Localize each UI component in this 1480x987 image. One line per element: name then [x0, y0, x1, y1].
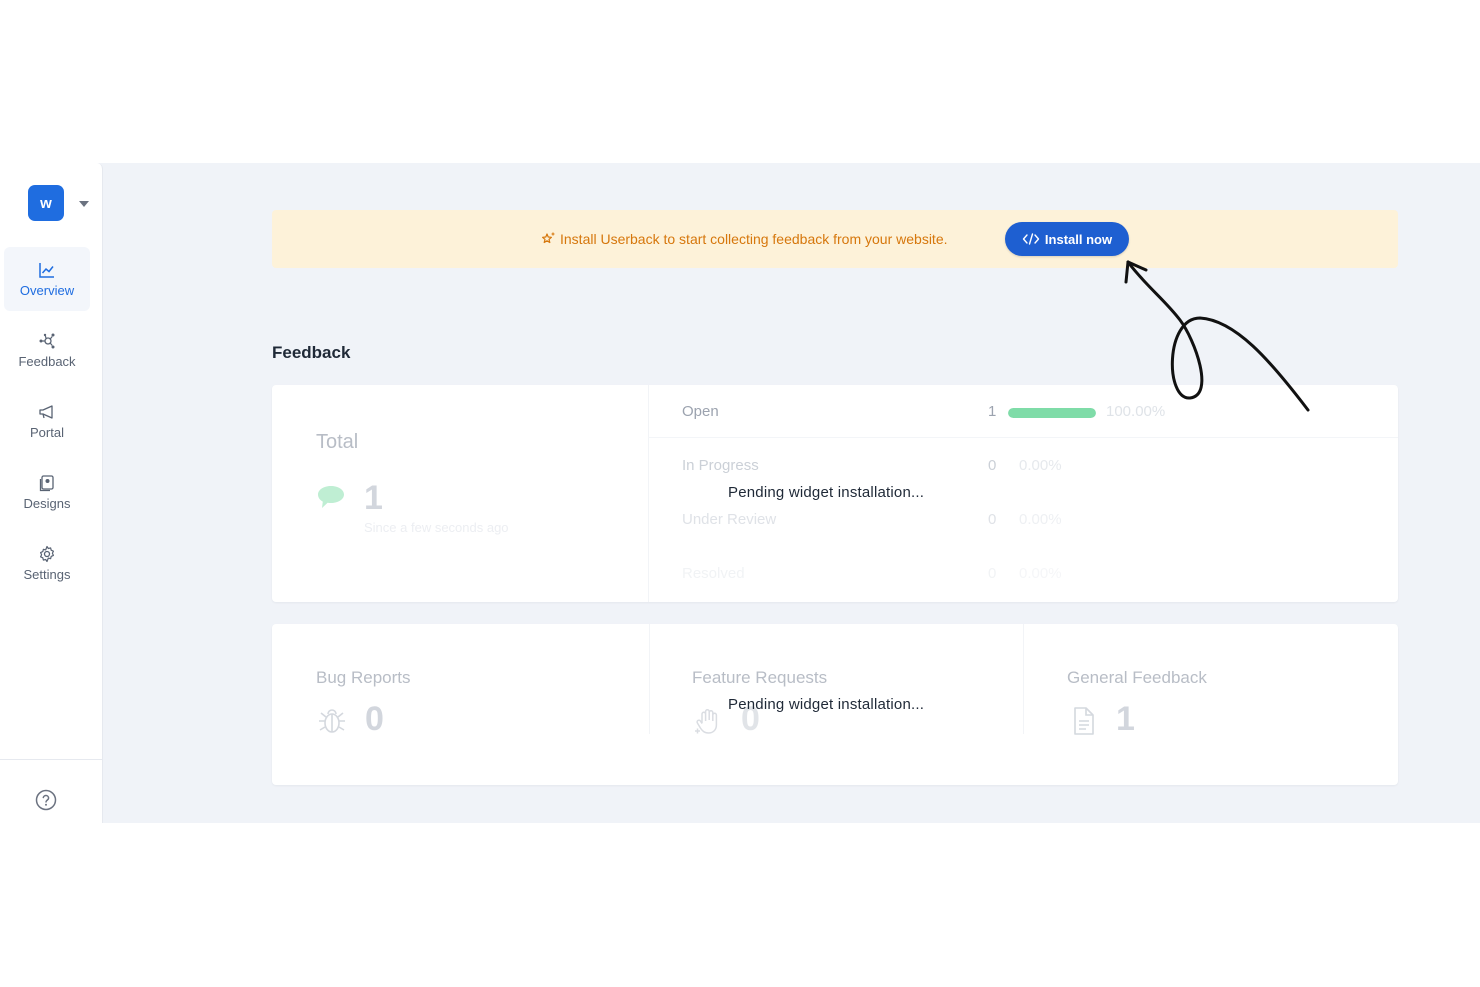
total-since: Since a few seconds ago [364, 520, 509, 535]
status-progress-bar [1008, 408, 1096, 418]
sidebar-item-label: Designs [23, 496, 71, 511]
code-icon [1022, 233, 1040, 245]
pending-installation-message-2: Pending widget installation... [728, 696, 925, 713]
status-count: 0 [988, 457, 997, 474]
type-value: 1 [1116, 700, 1135, 738]
sidebar-item-portal[interactable]: Portal [4, 389, 90, 453]
sidebar: w Overview Feedback Portal Designs Setti… [0, 163, 103, 823]
feedback-section-title: Feedback [272, 343, 351, 362]
install-banner: Install Userback to start collecting fee… [272, 210, 1398, 268]
status-count: 0 [988, 565, 997, 582]
bug-icon [319, 709, 345, 733]
designs-icon [39, 475, 54, 492]
status-label: Under Review [682, 511, 777, 528]
document-icon [1074, 707, 1094, 735]
speech-bubble-icon [318, 486, 344, 508]
type-label: Bug Reports [316, 668, 411, 687]
megaphone-icon [39, 405, 53, 419]
workspace-avatar[interactable]: w [28, 185, 64, 221]
row-divider [648, 437, 1398, 438]
feedback-type-card: Bug Reports 0 Feature Requests 0 General… [272, 624, 1398, 785]
pending-installation-message: Pending widget installation... [728, 484, 925, 501]
status-row-in-progress: In Progress 0 0.00% [682, 457, 1362, 477]
total-label: Total [316, 431, 359, 453]
sidebar-item-label: Settings [23, 567, 71, 582]
status-label: Resolved [682, 565, 745, 582]
status-label: In Progress [682, 457, 759, 474]
sidebar-item-settings[interactable]: Settings [4, 531, 90, 595]
total-value: 1 [364, 479, 383, 517]
sidebar-divider [0, 759, 102, 760]
nodes-icon [39, 333, 55, 349]
status-count: 0 [988, 511, 997, 528]
type-bug-reports: Bug Reports 0 [272, 624, 647, 785]
sidebar-item-feedback[interactable]: Feedback [4, 318, 90, 382]
status-row-under-review: Under Review 0 0.00% [682, 511, 1362, 531]
status-percent: 0.00% [1019, 511, 1062, 528]
column-divider [648, 385, 649, 602]
chart-line-icon [39, 263, 54, 278]
type-label: Feature Requests [692, 668, 828, 687]
status-percent: 100.00% [1106, 403, 1166, 420]
sidebar-item-label: Feedback [18, 354, 76, 369]
sidebar-item-designs[interactable]: Designs [4, 460, 90, 524]
help-circle-icon[interactable] [34, 788, 58, 812]
status-label: Open [682, 403, 719, 420]
install-now-label: Install now [1044, 231, 1113, 247]
hand-icon [695, 708, 718, 734]
status-row-resolved: Resolved 0 0.00% [682, 565, 1362, 585]
sparkle-star-icon [542, 232, 555, 244]
type-value: 0 [365, 700, 384, 738]
app-shell: w Overview Feedback Portal Designs Setti… [0, 163, 1480, 823]
install-banner-text: Install Userback to start collecting fee… [560, 231, 948, 247]
type-label: General Feedback [1067, 668, 1207, 687]
type-general-feedback: General Feedback 1 [1023, 624, 1398, 785]
status-count: 1 [988, 403, 997, 420]
feedback-status-card: Total 1 Since a few seconds ago Open 1 1… [272, 385, 1398, 602]
install-banner-message: Install Userback to start collecting fee… [540, 231, 948, 247]
status-progress-fill [1008, 408, 1096, 418]
sidebar-item-label: Overview [19, 283, 75, 298]
sidebar-item-overview[interactable]: Overview [4, 247, 90, 311]
status-row-open: Open 1 100.00% [682, 403, 1362, 423]
gear-icon [40, 545, 54, 563]
workspace-dropdown-icon[interactable] [79, 201, 89, 207]
status-percent: 0.00% [1019, 565, 1062, 582]
install-now-button[interactable]: Install now [1005, 222, 1129, 256]
sidebar-item-label: Portal [30, 425, 64, 440]
status-percent: 0.00% [1019, 457, 1062, 474]
